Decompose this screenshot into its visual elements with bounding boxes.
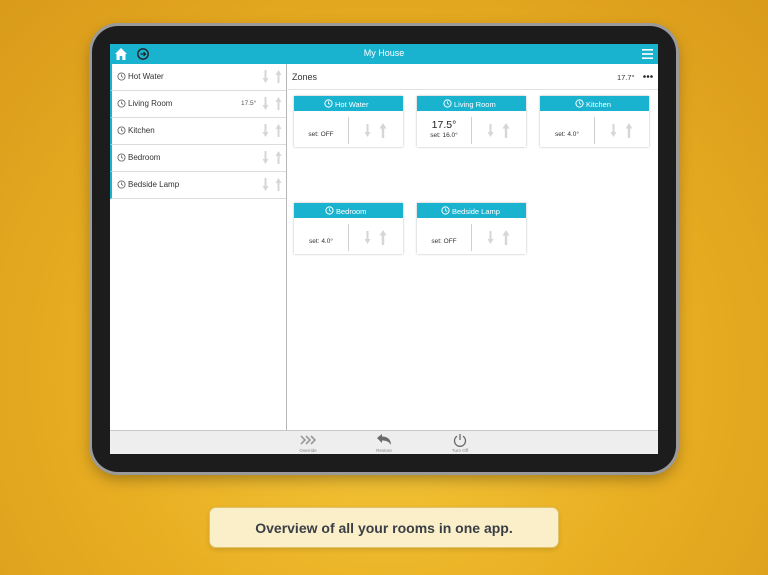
arrow-up-icon[interactable]: [275, 178, 282, 191]
override-icon: [300, 435, 316, 445]
divider: [471, 117, 472, 144]
zone-card-name: Bedroom: [336, 207, 367, 216]
zone-card-header: Bedside Lamp: [417, 203, 526, 218]
arrow-up-icon[interactable]: [379, 230, 387, 245]
override-button[interactable]: Override: [288, 432, 328, 454]
zones-panel: Zones 17.7° Hot Water set: OFF Living Ro…: [288, 64, 658, 430]
zone-card-living-room[interactable]: Living Room 17.5° set: 16.0°: [417, 96, 526, 147]
divider: [348, 117, 349, 144]
arrow-up-icon[interactable]: [275, 151, 282, 164]
app-screen: My House Hot Water Living Room 17.5° Kit…: [110, 44, 658, 454]
zone-set-value: set: OFF: [431, 238, 457, 245]
clock-icon: [575, 99, 584, 108]
caption-banner: Overview of all your rooms in one app.: [209, 507, 559, 548]
clock-icon: [117, 99, 126, 108]
sidebar-item-label: Bedside Lamp: [128, 180, 180, 189]
arrow-up-icon[interactable]: [502, 230, 510, 245]
sidebar-item-bedroom[interactable]: Bedroom: [110, 145, 286, 172]
arrow-down-icon[interactable]: [262, 124, 269, 137]
zone-card-name: Bedside Lamp: [452, 207, 500, 216]
zone-set-value: set: OFF: [308, 131, 334, 138]
zone-card-kitchen[interactable]: Kitchen set: 4.0°: [540, 96, 649, 147]
clock-icon: [324, 99, 333, 108]
sidebar-item-label: Hot Water: [128, 72, 164, 81]
zone-card-hot-water[interactable]: Hot Water set: OFF: [294, 96, 403, 147]
zone-card-name: Hot Water: [335, 100, 369, 109]
undo-icon: [377, 434, 391, 445]
arrow-down-icon[interactable]: [262, 178, 269, 191]
clock-icon: [325, 206, 334, 215]
turn-off-button[interactable]: Turn Off: [440, 432, 480, 454]
divider: [288, 89, 658, 90]
override-label: Override: [299, 448, 317, 453]
tablet-frame: My House Hot Water Living Room 17.5° Kit…: [92, 26, 676, 472]
divider: [594, 117, 595, 144]
arrow-up-icon[interactable]: [275, 70, 282, 83]
arrow-down-icon[interactable]: [262, 70, 269, 83]
arrow-down-icon[interactable]: [364, 231, 371, 244]
clock-icon: [117, 126, 126, 135]
arrow-up-icon[interactable]: [275, 124, 282, 137]
sidebar-item-hot-water[interactable]: Hot Water: [110, 64, 286, 91]
clock-icon: [117, 180, 126, 189]
arrow-up-icon[interactable]: [275, 97, 282, 110]
divider: [348, 224, 349, 251]
zone-card-bedroom[interactable]: Bedroom set: 4.0°: [294, 203, 403, 254]
arrow-down-icon[interactable]: [610, 124, 617, 137]
clock-icon: [117, 72, 126, 81]
zone-set-value: set: 4.0°: [309, 238, 333, 245]
arrow-down-icon[interactable]: [262, 97, 269, 110]
zone-set-value: set: 16.0°: [430, 132, 458, 139]
sidebar-item-label: Living Room: [128, 99, 173, 108]
zone-sidebar: Hot Water Living Room 17.5° Kitchen Bedr…: [110, 64, 287, 430]
sidebar-item-bedside-lamp[interactable]: Bedside Lamp: [110, 172, 286, 199]
zone-card-header: Living Room: [417, 96, 526, 111]
zone-set-value: set: 4.0°: [555, 131, 579, 138]
outside-temp: 17.7°: [617, 73, 635, 82]
sidebar-item-temp: 17.5°: [241, 100, 257, 107]
sidebar-item-kitchen[interactable]: Kitchen: [110, 118, 286, 145]
zone-card-bedside-lamp[interactable]: Bedside Lamp set: OFF: [417, 203, 526, 254]
clock-icon: [441, 206, 450, 215]
sidebar-item-living-room[interactable]: Living Room 17.5°: [110, 91, 286, 118]
clock-icon: [117, 153, 126, 162]
arrow-down-icon[interactable]: [364, 124, 371, 137]
top-bar: My House: [110, 44, 658, 64]
arrow-down-icon[interactable]: [262, 151, 269, 164]
zone-card-header: Hot Water: [294, 96, 403, 111]
arrow-up-icon[interactable]: [379, 123, 387, 138]
zone-current-temp: 17.5°: [431, 119, 457, 131]
restore-label: Restore: [376, 448, 392, 453]
divider: [471, 224, 472, 251]
zone-card-name: Kitchen: [586, 100, 612, 109]
power-icon: [453, 434, 467, 447]
bottom-toolbar: Override Restore Turn Off: [110, 430, 658, 454]
zone-card-name: Living Room: [454, 100, 496, 109]
clock-icon: [443, 99, 452, 108]
arrow-up-icon[interactable]: [502, 123, 510, 138]
sidebar-item-label: Bedroom: [128, 153, 161, 162]
zones-title: Zones: [292, 72, 318, 82]
page-title: My House: [363, 48, 405, 58]
menu-icon[interactable]: [642, 49, 653, 59]
sidebar-item-label: Kitchen: [128, 126, 155, 135]
zone-card-header: Bedroom: [294, 203, 403, 218]
restore-button[interactable]: Restore: [364, 432, 404, 454]
more-options-icon[interactable]: [643, 74, 653, 79]
arrow-down-icon[interactable]: [487, 231, 494, 244]
zone-card-header: Kitchen: [540, 96, 649, 111]
arrow-up-icon[interactable]: [625, 123, 633, 138]
turn-off-label: Turn Off: [451, 448, 469, 453]
arrow-down-icon[interactable]: [487, 124, 494, 137]
